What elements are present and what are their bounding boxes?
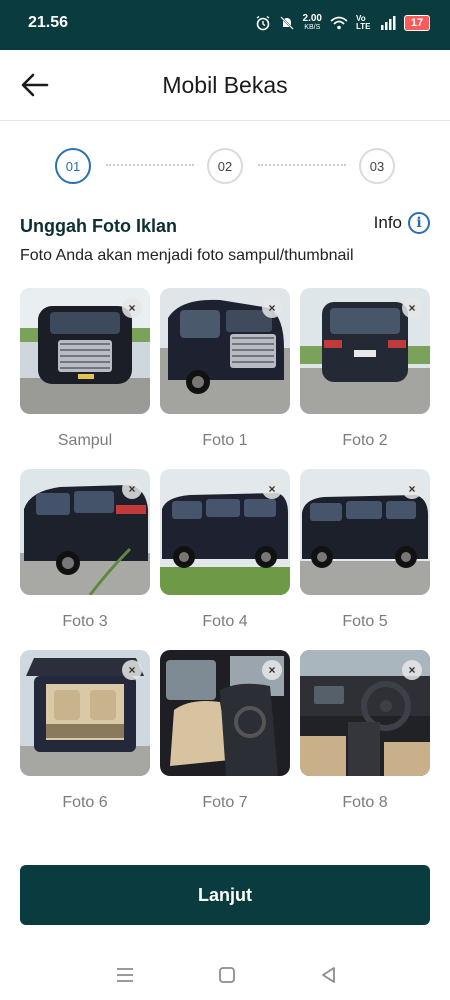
mute-icon — [279, 16, 294, 30]
wifi-icon — [330, 16, 348, 30]
photo-cell-7: × Foto 7 — [160, 650, 290, 820]
info-label: Info — [373, 213, 402, 232]
photo-cell-3: × Foto 3 — [20, 469, 150, 639]
remove-photo-button[interactable]: × — [122, 660, 142, 680]
photo-caption: Foto 5 — [342, 613, 388, 630]
remove-photo-button[interactable]: × — [262, 298, 282, 318]
step-connector — [258, 164, 346, 166]
network-speed: 2.00 KB/S — [302, 13, 322, 32]
photo-cell-8: × Foto 8 — [300, 650, 430, 820]
system-nav-bar — [0, 950, 450, 1000]
status-bar: 21.56 2.00 KB/S Vo LTE 17 — [0, 0, 450, 50]
photo-caption: Foto 2 — [342, 432, 388, 449]
remove-photo-button[interactable]: × — [262, 660, 282, 680]
info-link[interactable]: Info i — [374, 212, 430, 234]
volte-label: Vo LTE — [356, 14, 371, 31]
photo-cell-2: × Foto 2 — [300, 288, 430, 458]
remove-photo-button[interactable]: × — [122, 298, 142, 318]
photo-cell-5: × Foto 5 — [300, 469, 430, 639]
photo-caption: Foto 1 — [202, 432, 248, 449]
photo-cell-1: × Foto 1 — [160, 288, 290, 458]
app-bar: Mobil Bekas — [0, 50, 450, 121]
progress-stepper: 01 02 03 — [0, 146, 450, 186]
status-time: 21.56 — [28, 14, 69, 31]
alarm-icon — [256, 15, 269, 31]
photo-caption: Foto 3 — [62, 613, 108, 630]
photo-caption: Sampul — [57, 432, 113, 449]
section-subtitle: Foto Anda akan menjadi foto sampul/thumb… — [20, 247, 354, 264]
continue-button[interactable]: Lanjut — [20, 865, 430, 925]
battery-icon: 17 — [404, 15, 430, 31]
remove-photo-button[interactable]: × — [122, 479, 142, 499]
step-3: 03 — [359, 148, 395, 184]
step-2: 02 — [207, 148, 243, 184]
section-title: Unggah Foto Iklan — [20, 216, 177, 236]
info-icon: i — [408, 212, 430, 234]
menu-icon[interactable] — [114, 964, 136, 986]
step-1: 01 — [55, 148, 91, 184]
photo-caption: Foto 8 — [342, 794, 388, 811]
step-connector — [106, 164, 194, 166]
photo-cell-sampul: × Sampul — [20, 288, 150, 458]
photo-caption: Foto 4 — [202, 613, 248, 630]
remove-photo-button[interactable]: × — [402, 298, 422, 318]
signal-icon — [381, 16, 396, 30]
photo-cell-4: × Foto 4 — [160, 469, 290, 639]
page-title: Mobil Bekas — [162, 72, 288, 98]
back-triangle-icon[interactable] — [318, 964, 340, 986]
remove-photo-button[interactable]: × — [402, 660, 422, 680]
remove-photo-button[interactable]: × — [402, 479, 422, 499]
photo-caption: Foto 6 — [62, 794, 108, 811]
photo-cell-6: × Foto 6 — [20, 650, 150, 820]
status-icons: 2.00 KB/S Vo LTE 17 — [255, 14, 430, 32]
photo-caption: Foto 7 — [202, 794, 248, 811]
remove-photo-button[interactable]: × — [262, 479, 282, 499]
home-icon[interactable] — [216, 964, 238, 986]
